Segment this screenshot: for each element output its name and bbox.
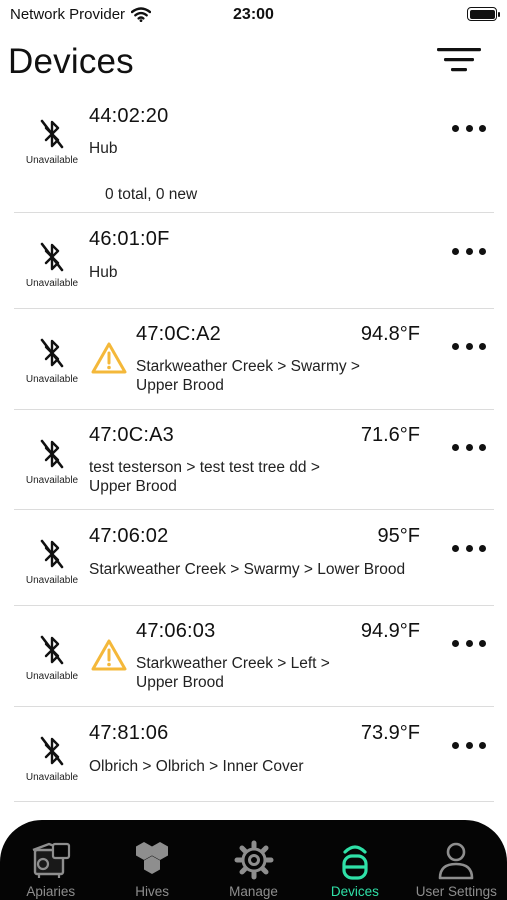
connection-status: Unavailable xyxy=(14,634,90,682)
hives-icon xyxy=(136,842,169,874)
connection-status: Unavailable xyxy=(14,438,90,486)
device-id: 47:06:03 xyxy=(136,620,216,642)
more-options-button[interactable] xyxy=(452,440,486,454)
connection-status: Unavailable xyxy=(14,735,90,783)
device-row[interactable]: Unavailable 47:81:06 Olbrich > Olbrich > I… xyxy=(14,707,494,802)
connection-status: Unavailable xyxy=(14,337,90,385)
apiary-icon xyxy=(32,842,70,878)
tab-manage[interactable]: Manage xyxy=(203,820,304,900)
more-options-button[interactable] xyxy=(452,121,486,135)
page-title: Devices xyxy=(8,42,134,81)
device-id: 47:0C:A3 xyxy=(89,424,174,446)
filter-icon xyxy=(437,48,481,72)
device-location: Starkweather Creek > Left > Upper Brood xyxy=(136,655,330,691)
tab-label: User Settings xyxy=(415,884,497,899)
device-temperature: 95°F xyxy=(377,525,420,547)
tab-label: Hives xyxy=(135,884,169,899)
device-temperature: 73.9°F xyxy=(360,722,420,744)
status-label: Unavailable xyxy=(25,278,79,289)
device-row[interactable]: Unavailable 47:06:03 Starkweather Creek > … xyxy=(14,606,494,707)
tab-devices[interactable]: Devices xyxy=(304,820,405,900)
connection-status: Unavailable xyxy=(14,118,90,166)
bluetooth-off-icon xyxy=(40,736,64,766)
tab-user-settings[interactable]: User Settings xyxy=(406,820,507,900)
device-data-count: 0 total, 0 new xyxy=(105,186,198,203)
more-options-button[interactable] xyxy=(452,738,486,752)
status-label: Unavailable xyxy=(25,575,79,586)
clock: 23:00 xyxy=(233,6,274,23)
more-options-button[interactable] xyxy=(452,339,486,353)
bluetooth-off-icon xyxy=(40,439,64,469)
status-label: Unavailable xyxy=(25,772,79,783)
device-temperature: 94.9°F xyxy=(360,620,420,642)
tab-label: Devices xyxy=(330,884,379,899)
battery-icon xyxy=(467,7,500,21)
devices-icon xyxy=(342,845,368,880)
warning-icon xyxy=(91,342,127,374)
device-location: Hub xyxy=(89,264,118,281)
device-location: Hub xyxy=(89,140,118,157)
more-options-button[interactable] xyxy=(452,636,486,650)
warning-badge xyxy=(90,638,128,672)
tab-hives[interactable]: Hives xyxy=(101,820,202,900)
tab-label: Apiaries xyxy=(26,884,76,899)
bluetooth-off-icon xyxy=(40,338,64,368)
warning-badge xyxy=(90,341,128,375)
user-icon xyxy=(439,842,474,880)
status-label: Unavailable xyxy=(25,155,79,166)
bluetooth-off-icon xyxy=(40,119,64,149)
status-label: Unavailable xyxy=(25,374,79,385)
device-row[interactable]: Unavailable 44:02:20 Hub 0 total, 0 new xyxy=(14,100,494,213)
more-options-button[interactable] xyxy=(452,244,486,258)
device-row[interactable]: Unavailable 47:0C:A2 Starkweather Creek > … xyxy=(14,309,494,410)
device-location: Starkweather Creek > Swarmy > Upper Broo… xyxy=(136,358,360,394)
tab-label: Manage xyxy=(229,884,278,899)
device-id: 47:0C:A2 xyxy=(136,323,221,345)
device-id: 47:81:06 xyxy=(89,722,169,744)
more-options-button[interactable] xyxy=(452,541,486,555)
device-row[interactable]: Unavailable 47:06:02 Starkweather Creek > … xyxy=(14,510,494,606)
device-row[interactable]: Unavailable 46:01:0F Hub xyxy=(14,213,494,309)
device-id: 44:02:20 xyxy=(89,105,169,127)
status-label: Unavailable xyxy=(25,671,79,682)
filter-button[interactable] xyxy=(437,48,481,78)
device-location: Olbrich > Olbrich > Inner Cover xyxy=(89,758,304,775)
device-location: test testerson > test test tree dd > Upp… xyxy=(89,459,320,495)
bluetooth-off-icon xyxy=(40,242,64,272)
warning-icon xyxy=(91,639,127,671)
tab-apiaries[interactable]: Apiaries xyxy=(0,820,101,900)
device-id: 46:01:0F xyxy=(89,228,170,250)
device-location: Starkweather Creek > Swarmy > Lower Broo… xyxy=(89,561,406,578)
tab-bar: Apiaries Hives Manage Devices User Settings xyxy=(0,820,507,900)
device-row[interactable]: Unavailable 47:0C:A3 test testerson > test… xyxy=(14,410,494,510)
status-label: Unavailable xyxy=(25,475,79,486)
bluetooth-off-icon xyxy=(40,539,64,569)
connection-status: Unavailable xyxy=(14,241,90,289)
device-temperature: 94.8°F xyxy=(360,323,420,345)
status-bar: Network Provider 23:00 xyxy=(0,0,507,30)
bluetooth-off-icon xyxy=(40,635,64,665)
device-list: Unavailable 44:02:20 Hub 0 total, 0 new Unav… xyxy=(14,100,494,802)
battery-fill xyxy=(469,9,495,19)
device-id: 47:06:02 xyxy=(89,525,169,547)
device-temperature: 71.6°F xyxy=(360,424,420,446)
gear-icon xyxy=(234,840,274,880)
connection-status: Unavailable xyxy=(14,538,90,586)
